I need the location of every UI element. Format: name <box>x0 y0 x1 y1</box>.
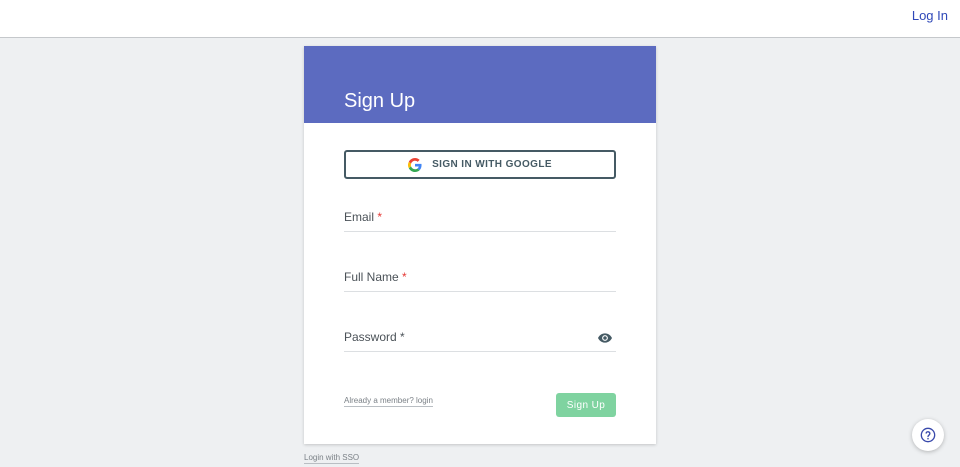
google-button-label: SIGN IN WITH GOOGLE <box>432 159 552 170</box>
login-with-sso-link[interactable]: Login with SSO <box>304 453 360 464</box>
signup-card: Sign Up SIGN IN WITH GOOGLE Email * Full… <box>304 46 656 444</box>
already-member-login-link[interactable]: Already a member? login <box>344 396 433 407</box>
email-label: Email * <box>344 210 383 224</box>
help-button[interactable] <box>912 419 944 451</box>
full-name-field[interactable]: Full Name * <box>344 264 616 292</box>
password-label: Password * <box>344 330 405 344</box>
help-circle-icon <box>920 427 936 443</box>
google-icon <box>408 157 422 172</box>
required-mark: * <box>377 210 383 224</box>
password-field[interactable]: Password * <box>344 324 616 352</box>
required-mark: * <box>400 330 405 344</box>
page-title: Sign Up <box>344 90 416 112</box>
sign-up-button[interactable]: Sign Up <box>556 393 616 417</box>
email-field[interactable]: Email * <box>344 204 616 232</box>
eye-icon[interactable] <box>598 330 612 343</box>
top-bar: Log In <box>0 0 960 38</box>
card-header: Sign Up <box>304 46 656 123</box>
required-mark: * <box>402 270 407 284</box>
log-in-link[interactable]: Log In <box>912 8 948 23</box>
google-sign-in-button[interactable]: SIGN IN WITH GOOGLE <box>344 150 616 179</box>
full-name-label: Full Name * <box>344 270 407 284</box>
